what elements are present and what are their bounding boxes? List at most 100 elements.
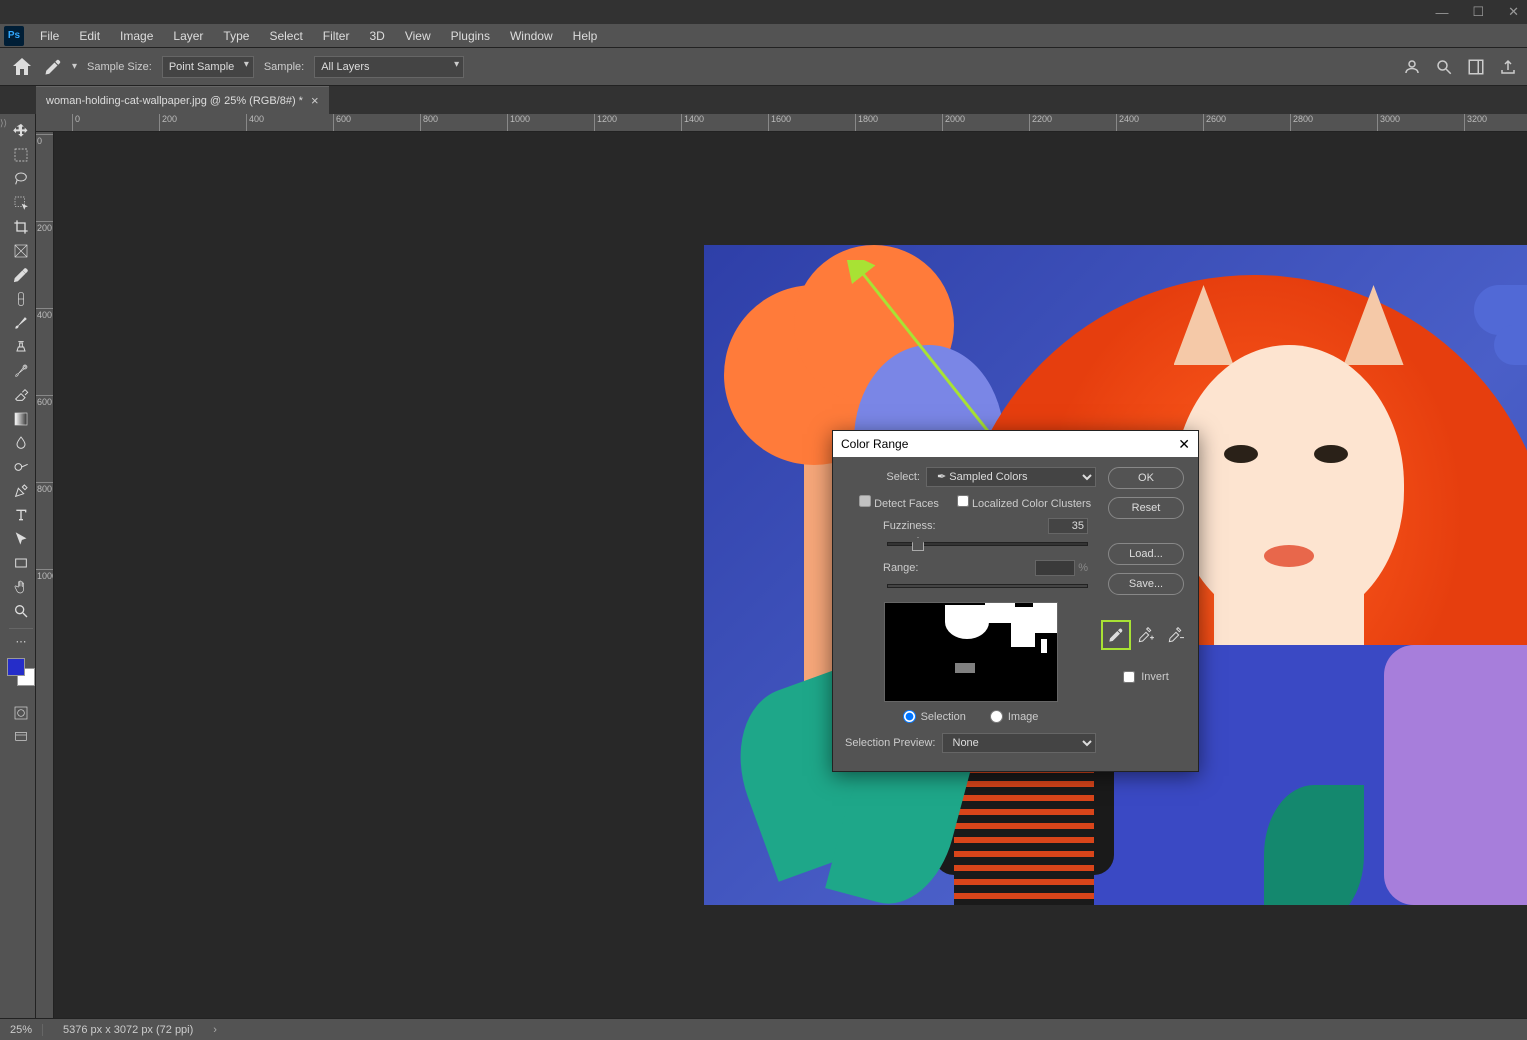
status-bar: 25% 5376 px x 3072 px (72 ppi) › — [0, 1018, 1527, 1040]
eyedropper-tool-icon[interactable] — [44, 58, 62, 76]
localized-clusters-checkbox[interactable] — [957, 495, 969, 507]
range-label: Range: — [883, 562, 918, 574]
search-icon[interactable] — [1435, 58, 1453, 76]
fuzziness-input[interactable] — [1048, 518, 1088, 534]
status-chevron-icon[interactable]: › — [213, 1024, 217, 1036]
zoom-level[interactable]: 25% — [10, 1024, 43, 1036]
selection-preview-label: Selection Preview: — [845, 737, 936, 749]
eyedropper-tool[interactable] — [7, 264, 35, 286]
menu-select[interactable]: Select — [259, 25, 312, 47]
eyedropper-subtract-icon[interactable] — [1164, 623, 1188, 647]
document-workspace: 0200400600800100012001400160018002000220… — [36, 114, 1527, 1018]
workspace-icon[interactable] — [1467, 58, 1485, 76]
document-tab[interactable]: woman-holding-cat-wallpaper.jpg @ 25% (R… — [36, 86, 329, 114]
left-edge-strip: ⟩⟩ — [0, 114, 7, 1018]
pen-tool[interactable] — [7, 480, 35, 502]
crop-tool[interactable] — [7, 216, 35, 238]
cloud-docs-icon[interactable] — [1403, 58, 1421, 76]
sample-label: Sample: — [264, 61, 304, 73]
frame-tool[interactable] — [7, 240, 35, 262]
selection-preview-dropdown[interactable]: None — [942, 733, 1097, 753]
tool-divider — [9, 628, 33, 629]
fuzziness-slider-thumb[interactable] — [912, 537, 924, 551]
clone-stamp-tool[interactable] — [7, 336, 35, 358]
quick-mask-icon[interactable] — [7, 702, 35, 724]
share-icon[interactable] — [1499, 58, 1517, 76]
localized-clusters-label: Localized Color Clusters — [972, 498, 1091, 510]
marquee-tool[interactable] — [7, 144, 35, 166]
menu-window[interactable]: Window — [500, 25, 563, 47]
fuzziness-slider[interactable] — [887, 542, 1088, 546]
sample-size-label: Sample Size: — [87, 61, 152, 73]
collapse-handle-icon[interactable]: ⟩⟩ — [0, 118, 7, 129]
maximize-button[interactable]: ☐ — [1472, 4, 1484, 20]
menu-edit[interactable]: Edit — [69, 25, 110, 47]
menu-filter[interactable]: Filter — [313, 25, 360, 47]
gradient-tool[interactable] — [7, 408, 35, 430]
range-unit: % — [1078, 562, 1088, 574]
lasso-tool[interactable] — [7, 168, 35, 190]
canvas-viewport[interactable] — [54, 132, 1527, 1018]
load-button[interactable]: Load... — [1108, 543, 1184, 565]
options-bar: ▾ Sample Size: Point Sample Sample: All … — [0, 48, 1527, 86]
select-label: Select: — [886, 471, 920, 483]
minimize-button[interactable]: — — [1435, 5, 1448, 20]
dodge-tool[interactable] — [7, 456, 35, 478]
selection-radio[interactable]: Selection — [903, 710, 966, 723]
close-tab-icon[interactable]: × — [311, 93, 319, 108]
menu-view[interactable]: View — [395, 25, 441, 47]
image-radio[interactable]: Image — [990, 710, 1039, 723]
document-dimensions: 5376 px x 3072 px (72 ppi) — [63, 1024, 193, 1036]
brush-tool[interactable] — [7, 312, 35, 334]
sample-select[interactable]: All Layers — [314, 56, 464, 78]
move-tool[interactable] — [7, 120, 35, 142]
eraser-tool[interactable] — [7, 384, 35, 406]
range-input — [1035, 560, 1075, 576]
document-tab-title: woman-holding-cat-wallpaper.jpg @ 25% (R… — [46, 95, 303, 107]
photoshop-logo: Ps — [4, 26, 24, 46]
path-selection-tool[interactable] — [7, 528, 35, 550]
invert-checkbox[interactable] — [1123, 671, 1135, 683]
home-icon[interactable] — [10, 55, 34, 79]
menu-3d[interactable]: 3D — [359, 25, 394, 47]
close-window-button[interactable]: ✕ — [1508, 4, 1519, 20]
tool-dropdown-icon[interactable]: ▾ — [72, 61, 77, 72]
save-button[interactable]: Save... — [1108, 573, 1184, 595]
title-bar: — ☐ ✕ — [0, 0, 1527, 24]
sample-size-select[interactable]: Point Sample — [162, 56, 254, 78]
menu-bar: Ps File Edit Image Layer Type Select Fil… — [0, 24, 1527, 48]
object-selection-tool[interactable] — [7, 192, 35, 214]
eyedropper-sample-icon[interactable] — [1104, 623, 1128, 647]
foreground-color[interactable] — [7, 658, 25, 676]
menu-help[interactable]: Help — [563, 25, 608, 47]
dialog-close-icon[interactable]: ✕ — [1178, 436, 1190, 453]
ok-button[interactable]: OK — [1108, 467, 1184, 489]
menu-plugins[interactable]: Plugins — [441, 25, 500, 47]
history-brush-tool[interactable] — [7, 360, 35, 382]
selection-preview-thumbnail — [884, 602, 1058, 702]
menu-image[interactable]: Image — [110, 25, 163, 47]
reset-button[interactable]: Reset — [1108, 497, 1184, 519]
menu-type[interactable]: Type — [213, 25, 259, 47]
dialog-title: Color Range — [841, 437, 908, 451]
healing-brush-tool[interactable] — [7, 288, 35, 310]
screen-mode-icon[interactable] — [7, 726, 35, 748]
select-dropdown[interactable]: ✒ Sampled Colors — [926, 467, 1096, 487]
ruler-vertical[interactable]: 02004006008001000 — [36, 132, 54, 1018]
rectangle-tool[interactable] — [7, 552, 35, 574]
ruler-horizontal[interactable]: 0200400600800100012001400160018002000220… — [36, 114, 1527, 132]
text-tool[interactable] — [7, 504, 35, 526]
zoom-tool[interactable] — [7, 600, 35, 622]
color-swatches[interactable] — [7, 658, 35, 686]
dialog-title-bar[interactable]: Color Range ✕ — [833, 431, 1198, 457]
document-tab-bar: woman-holding-cat-wallpaper.jpg @ 25% (R… — [0, 86, 1527, 114]
menu-file[interactable]: File — [30, 25, 69, 47]
invert-label: Invert — [1141, 671, 1169, 683]
eyedropper-add-icon[interactable] — [1134, 623, 1158, 647]
hand-tool[interactable] — [7, 576, 35, 598]
menu-layer[interactable]: Layer — [163, 25, 213, 47]
edit-toolbar-icon[interactable]: ⋯ — [16, 635, 27, 648]
color-range-dialog[interactable]: Color Range ✕ Select: ✒ Sampled Colors D… — [832, 430, 1199, 772]
blur-tool[interactable] — [7, 432, 35, 454]
fuzziness-label: Fuzziness: — [883, 520, 936, 532]
